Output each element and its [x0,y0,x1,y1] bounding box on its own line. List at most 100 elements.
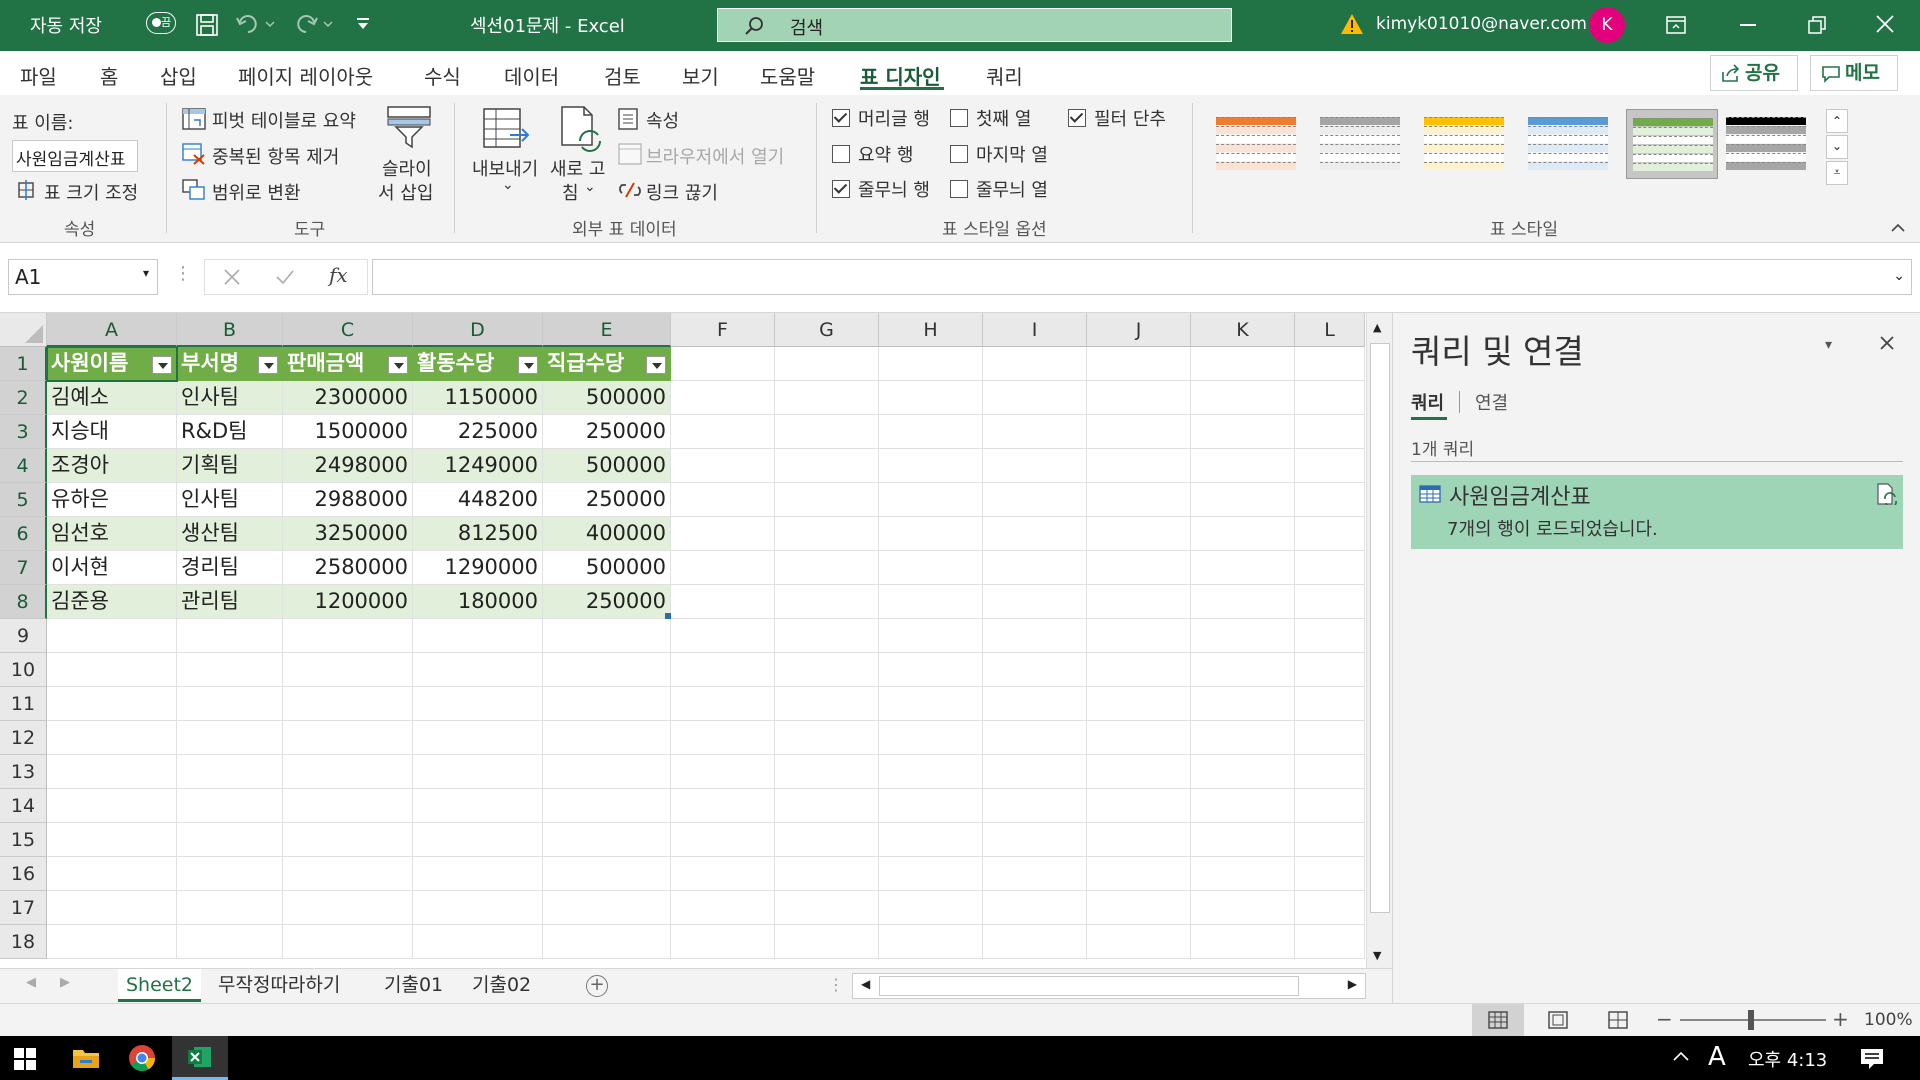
empty-cell[interactable] [177,823,283,857]
empty-cell[interactable] [775,415,879,449]
empty-cell[interactable] [983,585,1087,619]
empty-cell[interactable] [1087,653,1191,687]
empty-cell[interactable] [671,789,775,823]
empty-cell[interactable] [775,721,879,755]
excel-taskbar-button[interactable] [172,1036,228,1080]
autosave-toggle[interactable]: 끔 [146,12,176,34]
avatar[interactable]: K [1589,7,1625,43]
tab-insert[interactable]: 삽입 [160,61,197,90]
account-email[interactable]: kimyk01010@naver.com [1376,14,1587,34]
tab-formulas[interactable]: 수식 [424,61,461,90]
empty-cell[interactable] [1087,551,1191,585]
total-row-checkbox[interactable] [832,145,850,163]
table-cell[interactable]: 임선호 [47,517,177,551]
row-header[interactable]: 14 [0,789,47,823]
empty-cell[interactable] [671,755,775,789]
empty-cell[interactable] [671,823,775,857]
empty-cell[interactable] [671,585,775,619]
empty-cell[interactable] [1087,449,1191,483]
empty-cell[interactable] [413,925,543,959]
empty-cell[interactable] [1087,347,1191,381]
row-header[interactable]: 3 [0,415,47,449]
row-header[interactable]: 7 [0,551,47,585]
empty-cell[interactable] [775,653,879,687]
empty-cell[interactable] [983,925,1087,959]
empty-cell[interactable] [1191,789,1295,823]
properties-button[interactable]: 속성 [646,107,679,133]
empty-cell[interactable] [1191,755,1295,789]
search-box[interactable]: 검색 [717,8,1232,42]
clock[interactable]: 오후 4:13 [1748,1046,1827,1072]
empty-cell[interactable] [671,381,775,415]
open-in-browser-button[interactable]: 브라우저에서 열기 [646,143,784,169]
formula-input[interactable]: ⌄ [372,259,1912,295]
table-cell[interactable]: 250000 [543,585,671,619]
empty-cell[interactable] [1295,517,1365,551]
table-resize-handle[interactable] [665,613,671,619]
filter-dropdown-icon[interactable] [152,356,172,374]
table-cell[interactable]: 2988000 [283,483,413,517]
empty-cell[interactable] [983,823,1087,857]
empty-cell[interactable] [983,687,1087,721]
empty-cell[interactable] [1295,789,1365,823]
sheet-tab-sheet2[interactable]: Sheet2 [118,969,202,1002]
empty-cell[interactable] [1191,347,1295,381]
table-style-swatch[interactable] [1314,109,1406,179]
table-cell[interactable]: 유하은 [47,483,177,517]
table-style-swatch[interactable] [1522,109,1614,179]
empty-cell[interactable] [775,891,879,925]
zoom-level[interactable]: 100% [1864,1010,1913,1030]
row-header[interactable]: 2 [0,381,47,415]
empty-cell[interactable] [1191,857,1295,891]
table-style-swatch[interactable] [1720,109,1812,179]
empty-cell[interactable] [1191,381,1295,415]
empty-cell[interactable] [983,891,1087,925]
empty-cell[interactable] [1191,551,1295,585]
empty-cell[interactable] [1295,925,1365,959]
tab-home[interactable]: 홈 [100,61,118,90]
filter-button-checkbox[interactable] [1068,109,1086,127]
unlink-button[interactable]: 링크 끊기 [646,179,718,205]
row-header[interactable]: 5 [0,483,47,517]
table-cell[interactable]: 1200000 [283,585,413,619]
empty-cell[interactable] [671,517,775,551]
empty-cell[interactable] [177,687,283,721]
empty-cell[interactable] [775,517,879,551]
empty-cell[interactable] [879,415,983,449]
table-cell[interactable]: 2300000 [283,381,413,415]
empty-cell[interactable] [983,755,1087,789]
chrome-icon[interactable] [128,1044,156,1072]
empty-cell[interactable] [413,721,543,755]
empty-cell[interactable] [1087,483,1191,517]
empty-cell[interactable] [671,653,775,687]
empty-cell[interactable] [671,721,775,755]
empty-cell[interactable] [1191,925,1295,959]
convert-to-range-button[interactable]: 범위로 변환 [212,179,301,205]
empty-cell[interactable] [879,483,983,517]
sheet-tab-exam02[interactable]: 기출02 [464,969,539,1002]
empty-cell[interactable] [283,857,413,891]
table-cell[interactable]: 500000 [543,381,671,415]
row-header[interactable]: 9 [0,619,47,653]
tab-connections[interactable]: 연결 [1475,389,1508,415]
empty-cell[interactable] [671,619,775,653]
empty-cell[interactable] [1295,857,1365,891]
page-break-view-icon[interactable] [1608,1011,1628,1029]
file-explorer-icon[interactable] [72,1046,100,1070]
empty-cell[interactable] [879,517,983,551]
pane-options-icon[interactable]: ▾ [1825,337,1832,353]
empty-cell[interactable] [543,857,671,891]
remove-duplicates-button[interactable]: 중복된 항목 제거 [212,143,339,169]
table-cell[interactable]: 생산팀 [177,517,283,551]
sheet-tab-exam01[interactable]: 기출01 [376,969,451,1002]
empty-cell[interactable] [983,789,1087,823]
empty-cell[interactable] [879,823,983,857]
empty-cell[interactable] [283,755,413,789]
empty-cell[interactable] [671,687,775,721]
column-header[interactable]: D [413,313,543,347]
column-header[interactable]: L [1295,313,1365,347]
scroll-up-icon[interactable]: ▲ [1373,321,1381,334]
empty-cell[interactable] [879,755,983,789]
empty-cell[interactable] [283,687,413,721]
table-cell[interactable]: 기획팀 [177,449,283,483]
